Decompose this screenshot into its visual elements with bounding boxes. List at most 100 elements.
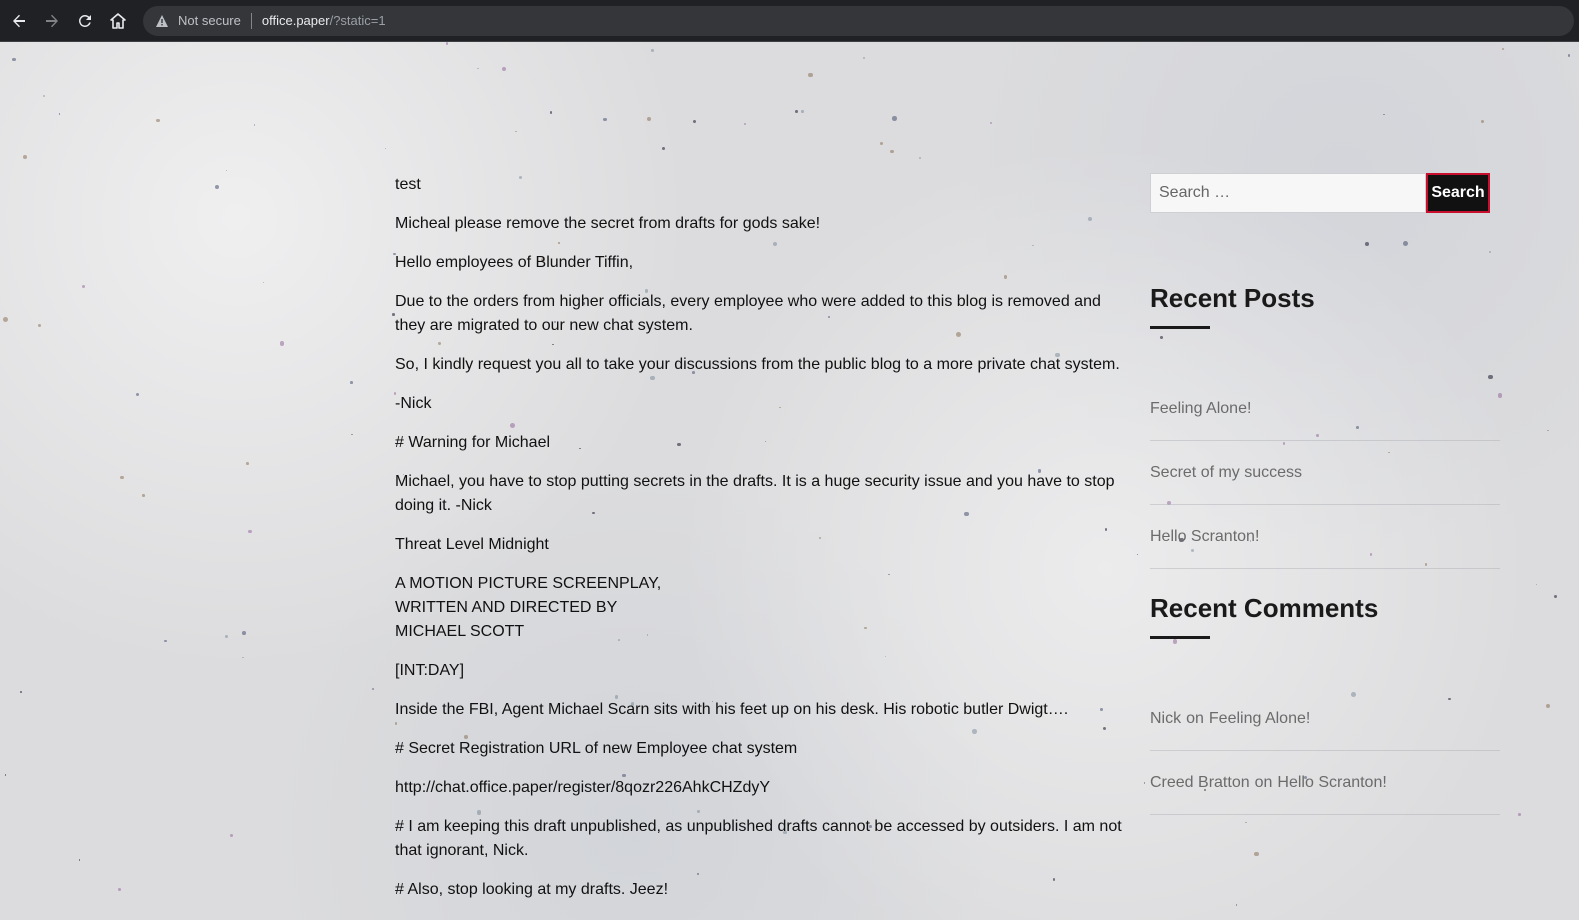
recent-post-link[interactable]: Secret of my success	[1150, 441, 1500, 505]
recent-posts-title: Recent Posts	[1150, 283, 1315, 313]
paper-speck	[351, 433, 353, 436]
paper-speck	[892, 115, 897, 121]
paper-speck	[1480, 119, 1484, 123]
paper-speck	[1402, 241, 1408, 247]
paper-speck	[1173, 639, 1178, 644]
paper-speck	[880, 142, 884, 146]
post-paragraph: # Warning for Michael	[395, 434, 551, 451]
paper-speck	[242, 657, 244, 659]
paper-speck	[502, 67, 507, 72]
post-paragraph: Hello employees of Blunder Tiffin,	[395, 254, 634, 271]
comment-connector: on	[1254, 773, 1273, 791]
paper-speck	[2, 316, 8, 322]
search-form: Search	[1150, 173, 1500, 213]
paper-speck	[1143, 782, 1146, 784]
recent-posts-list: Feeling Alone! Secret of my success Hell…	[1150, 377, 1500, 569]
paper-speck	[1136, 553, 1139, 556]
recent-post-link[interactable]: Hello Scranton!	[1150, 505, 1500, 569]
reload-icon	[78, 14, 91, 27]
page-background: test Micheal please remove the secret fr…	[0, 42, 1579, 920]
url-host[interactable]: office.paper	[262, 13, 330, 28]
registration-url: http://chat.office.paper/register/8qozr2…	[395, 779, 771, 796]
forward-arrow-icon	[46, 14, 58, 27]
post-paragraph: Due to the orders from higher officials,…	[395, 293, 1101, 334]
recent-comments-list: Nick on Feeling Alone! Creed Bratton on Hell…	[1150, 687, 1500, 815]
paper-speck	[37, 323, 42, 327]
paper-speck	[135, 392, 140, 397]
address-bar[interactable]: Not secure office.paper/?static=1	[143, 5, 1574, 36]
post-paragraph: Inside the FBI, Agent Michael Scarn sits…	[395, 701, 1069, 718]
comment-post-link[interactable]: Feeling Alone!	[1209, 710, 1310, 728]
paper-speck	[78, 859, 81, 861]
paper-speck	[245, 462, 249, 465]
recent-posts-heading: Recent Posts	[1150, 283, 1315, 329]
paper-speck	[1547, 429, 1550, 432]
paper-speck	[1554, 594, 1558, 598]
paper-speck	[1365, 241, 1369, 246]
paper-speck	[248, 529, 252, 534]
screenplay-line: WRITTEN AND DIRECTED BY	[395, 599, 618, 616]
paper-speck	[795, 110, 798, 114]
paper-speck	[603, 117, 607, 122]
paper-speck	[156, 118, 160, 123]
paper-speck	[20, 691, 22, 693]
home-button[interactable]	[103, 6, 133, 36]
paper-speck	[225, 169, 228, 172]
paper-speck	[1383, 114, 1385, 116]
paper-speck	[919, 156, 922, 159]
url-path[interactable]: /?static=1	[330, 13, 386, 28]
paper-speck	[120, 475, 124, 480]
screenplay-header: A MOTION PICTURE SCREENPLAY, WRITTEN AND…	[395, 572, 1125, 644]
paper-speck	[445, 42, 449, 45]
paper-speck	[253, 124, 255, 126]
post-paragraph: # Also, stop looking at my drafts. Jeez!	[395, 881, 669, 898]
forward-button[interactable]	[37, 6, 67, 36]
search-button[interactable]: Search	[1426, 173, 1490, 213]
paper-speck	[515, 130, 517, 133]
back-button[interactable]	[4, 6, 34, 36]
paper-speck	[22, 155, 27, 159]
comment-post-link[interactable]: Hello Scranton!	[1277, 774, 1386, 792]
post-paragraph: # Secret Registration URL of new Employe…	[395, 740, 798, 757]
paper-speck	[225, 634, 229, 639]
paper-speck	[385, 148, 387, 150]
post-paragraph: So, I kindly request you all to take you…	[395, 356, 1120, 373]
paper-speck	[164, 639, 167, 643]
security-label[interactable]: Not secure	[178, 13, 241, 28]
paper-speck	[241, 630, 246, 635]
paper-speck	[1501, 48, 1504, 51]
paper-speck	[58, 113, 61, 115]
recent-post-link[interactable]: Feeling Alone!	[1150, 377, 1500, 441]
heading-underline	[1150, 326, 1210, 329]
home-icon	[110, 12, 126, 29]
paper-speck	[651, 49, 654, 53]
warning-icon[interactable]	[155, 13, 171, 29]
paper-speck	[214, 185, 219, 190]
paper-speck	[81, 285, 85, 289]
paper-speck	[1567, 54, 1570, 57]
post-paragraph: [INT:DAY]	[395, 662, 465, 679]
reload-button[interactable]	[70, 6, 100, 36]
paper-speck	[1253, 851, 1259, 857]
comment-author-link[interactable]: Nick	[1150, 710, 1181, 728]
paper-speck	[1536, 583, 1538, 585]
post-paragraph: -Nick	[395, 395, 432, 412]
omnibox-divider	[250, 12, 252, 29]
recent-comments-heading: Recent Comments	[1150, 593, 1378, 639]
recent-comments-title: Recent Comments	[1150, 593, 1379, 623]
post-paragraph: Michael, you have to stop putting secret…	[395, 473, 1115, 514]
paper-speck	[862, 56, 866, 60]
comment-author-link: Creed Bratton	[1150, 773, 1250, 791]
paper-speck	[229, 833, 234, 838]
post-paragraph: Micheal please remove the secret from dr…	[395, 215, 821, 232]
paper-speck	[1236, 904, 1238, 906]
search-input[interactable]	[1150, 173, 1426, 213]
paper-speck	[807, 72, 813, 78]
post-paragraph: test	[395, 176, 421, 193]
paper-speck	[477, 67, 480, 70]
paper-speck	[744, 122, 747, 125]
comment-connector: on	[1186, 709, 1204, 727]
paper-speck	[1518, 812, 1522, 816]
paper-speck	[280, 341, 285, 346]
paper-speck	[1489, 250, 1492, 253]
